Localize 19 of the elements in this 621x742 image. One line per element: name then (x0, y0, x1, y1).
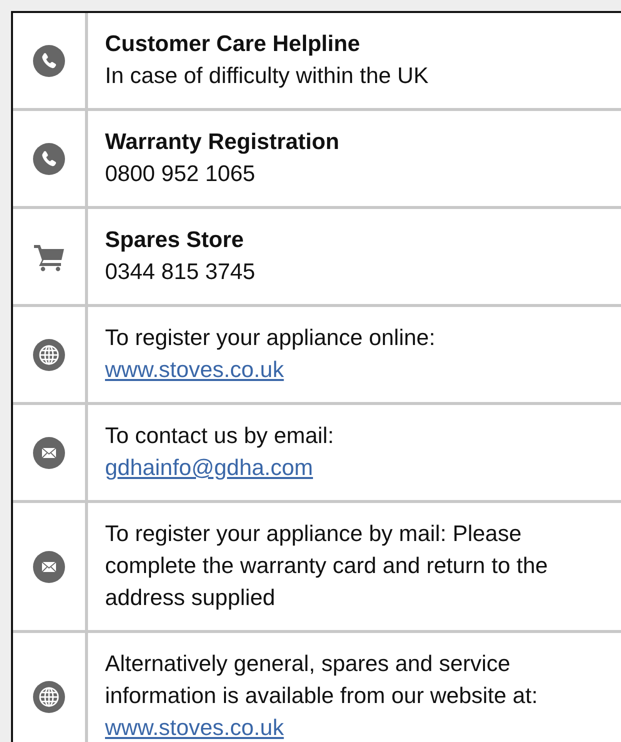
contact-title: Customer Care Helpline (105, 30, 362, 58)
contact-text: 0344 815 3745 (105, 258, 256, 286)
phone-icon (33, 44, 65, 76)
contact-title: Spares Store (105, 226, 245, 254)
mail-icon (33, 550, 65, 582)
phone-icon (33, 142, 65, 174)
globe-icon (33, 338, 65, 370)
contact-text: To contact us by email: (105, 422, 335, 450)
contact-title: Warranty Registration (105, 128, 340, 156)
contact-text: Alternatively general, spares and service information is available from our website at: www.stoves.co.uk (105, 650, 539, 742)
contact-link[interactable]: www.stoves.co.uk (105, 357, 284, 382)
contact-link[interactable]: gdhainfo@gdha.com (105, 455, 313, 480)
mail-icon (33, 436, 65, 468)
globe-icon (33, 680, 65, 712)
contact-text: To register your appliance by mail: Please complete the warranty card and return to the address supplied (105, 520, 549, 612)
contact-text: To register your appliance online: (105, 324, 436, 352)
contact-text: 0800 952 1065 (105, 160, 256, 188)
website-link[interactable]: www.stoves.co.uk (105, 715, 284, 740)
contact-text: In case of difficulty within the UK (105, 62, 430, 90)
